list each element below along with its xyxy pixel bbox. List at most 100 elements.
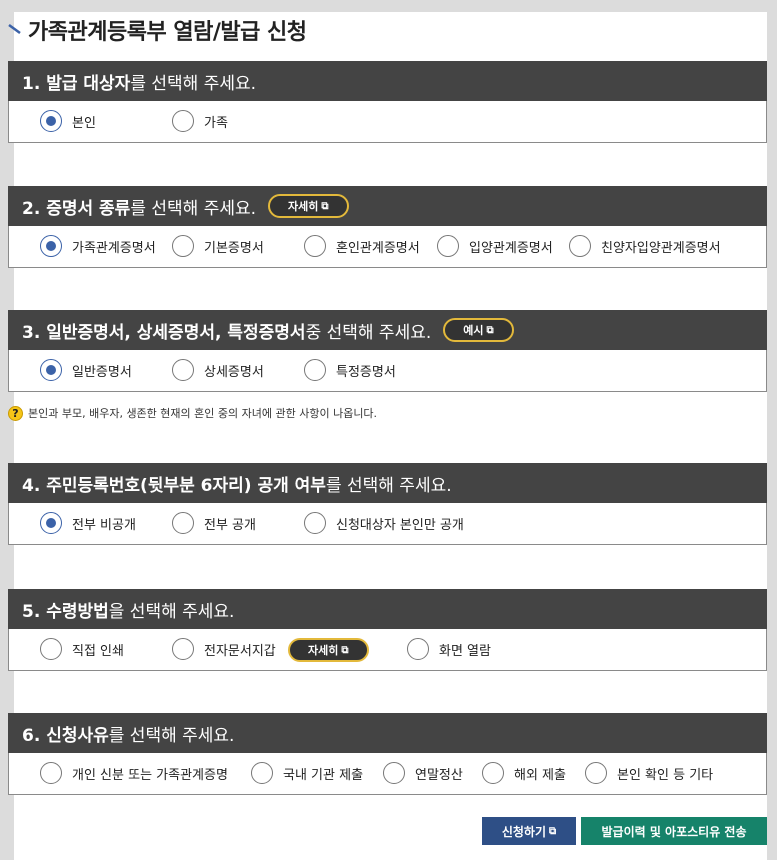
radio-button[interactable] bbox=[304, 359, 326, 381]
radio-label: 신청대상자 본인만 공개 bbox=[336, 517, 464, 533]
radio-button[interactable] bbox=[40, 638, 62, 660]
section-header-bold: 2. 증명서 종류 bbox=[22, 198, 131, 219]
radio-domestic-submit[interactable]: 국내 기관 제출 bbox=[251, 762, 363, 784]
section-header-rest: 를 선택해 주세요. bbox=[130, 198, 257, 219]
radio-label: 해외 제출 bbox=[514, 767, 566, 783]
radio-label: 본인 확인 등 기타 bbox=[617, 767, 714, 783]
radio-label: 친양자입양관계증명서 bbox=[601, 240, 721, 256]
radio-detailed-cert[interactable]: 상세증명서 bbox=[172, 359, 264, 381]
radio-button[interactable] bbox=[585, 762, 607, 784]
section-header-bold: 4. 주민등록번호(뒷부분 6자리) 공개 여부 bbox=[22, 475, 326, 496]
radio-button[interactable] bbox=[172, 110, 194, 132]
radio-label: 본인 bbox=[72, 115, 96, 131]
section-cert-detail-level: 3. 일반증명서, 상세증명서, 특정증명서 중 선택해 주세요. 예시 ⧉ 일반… bbox=[8, 310, 767, 392]
section-header-rest: 를 선택해 주세요. bbox=[130, 73, 257, 94]
radio-button[interactable] bbox=[172, 638, 194, 660]
radio-self[interactable]: 본인 bbox=[40, 110, 96, 132]
radio-full-adoption-cert[interactable]: 친양자입양관계증명서 bbox=[569, 235, 721, 257]
section-header: 2. 증명서 종류 를 선택해 주세요. 자세히 ⧉ bbox=[8, 186, 767, 226]
radio-button[interactable] bbox=[383, 762, 405, 784]
issue-history-button[interactable]: 발급이력 및 아포스티유 전송 bbox=[581, 817, 767, 845]
example-button[interactable]: 예시 ⧉ bbox=[443, 318, 514, 342]
radio-button[interactable] bbox=[482, 762, 504, 784]
section-options: 가족관계증명서 기본증명서 혼인관계증명서 입양관계증명서 친양자입양관계증명서 bbox=[8, 226, 767, 268]
radio-button[interactable] bbox=[569, 235, 591, 257]
details-button[interactable]: 자세히 ⧉ bbox=[268, 194, 349, 218]
section-options: 일반증명서 상세증명서 특정증명서 bbox=[8, 350, 767, 392]
radio-basic-cert[interactable]: 기본증명서 bbox=[172, 235, 264, 257]
details-label: 자세히 bbox=[308, 644, 339, 657]
radio-button[interactable] bbox=[172, 359, 194, 381]
page-title: 가족관계등록부 열람/발급 신청 bbox=[28, 20, 307, 45]
radio-label: 혼인관계증명서 bbox=[336, 240, 420, 256]
issue-history-label: 발급이력 및 아포스티유 전송 bbox=[601, 824, 747, 839]
details-label: 자세히 bbox=[288, 200, 319, 213]
radio-button[interactable] bbox=[251, 762, 273, 784]
section-options: 개인 신분 또는 가족관계증명 국내 기관 제출 연말정산 해외 제출 본인 확… bbox=[8, 753, 767, 795]
radio-button[interactable] bbox=[40, 762, 62, 784]
section-options: 직접 인쇄 전자문서지갑 자세히 ⧉ 화면 열람 bbox=[8, 629, 767, 671]
section-header: 1. 발급 대상자 를 선택해 주세요. bbox=[8, 61, 767, 101]
radio-label: 전부 비공개 bbox=[72, 517, 136, 533]
section-header-bold: 5. 수령방법 bbox=[22, 601, 109, 622]
radio-family-relation-cert[interactable]: 가족관계증명서 bbox=[40, 235, 156, 257]
radio-label: 화면 열람 bbox=[439, 643, 491, 659]
radio-button[interactable] bbox=[304, 235, 326, 257]
section-header: 5. 수령방법 을 선택해 주세요. bbox=[8, 589, 767, 629]
section-header: 3. 일반증명서, 상세증명서, 특정증명서 중 선택해 주세요. 예시 ⧉ bbox=[8, 310, 767, 350]
radio-label: 기본증명서 bbox=[204, 240, 264, 256]
radio-family[interactable]: 가족 bbox=[172, 110, 228, 132]
section-header: 4. 주민등록번호(뒷부분 6자리) 공개 여부 를 선택해 주세요. bbox=[8, 463, 767, 503]
section-issue-target: 1. 발급 대상자 를 선택해 주세요. 본인 가족 bbox=[8, 61, 767, 143]
radio-button[interactable] bbox=[304, 512, 326, 534]
radio-button[interactable] bbox=[172, 235, 194, 257]
apply-button-label: 신청하기 bbox=[501, 824, 547, 839]
radio-button[interactable] bbox=[172, 512, 194, 534]
radio-label: 직접 인쇄 bbox=[72, 643, 124, 659]
section-certificate-type: 2. 증명서 종류 를 선택해 주세요. 자세히 ⧉ 가족관계증명서 기본증명서 … bbox=[8, 186, 767, 268]
section-header-rest: 을 선택해 주세요. bbox=[108, 601, 235, 622]
section-options: 전부 비공개 전부 공개 신청대상자 본인만 공개 bbox=[8, 503, 767, 545]
section-header-rest: 를 선택해 주세요. bbox=[108, 725, 235, 746]
apply-button[interactable]: 신청하기 ⧉ bbox=[482, 817, 576, 845]
radio-button[interactable] bbox=[40, 235, 62, 257]
section-options: 본인 가족 bbox=[8, 101, 767, 143]
radio-button[interactable] bbox=[407, 638, 429, 660]
radio-overseas-submit[interactable]: 해외 제출 bbox=[482, 762, 566, 784]
question-icon: ? bbox=[8, 405, 23, 421]
section-header-bold: 1. 발급 대상자 bbox=[22, 73, 131, 94]
section-rrn-disclosure: 4. 주민등록번호(뒷부분 6자리) 공개 여부 를 선택해 주세요. 전부 비… bbox=[8, 463, 767, 545]
section-header-bold: 3. 일반증명서, 상세증명서, 특정증명서 bbox=[22, 322, 306, 343]
radio-self-only-public[interactable]: 신청대상자 본인만 공개 bbox=[304, 512, 464, 534]
radio-e-wallet[interactable]: 전자문서지갑 bbox=[172, 638, 276, 660]
section-header-rest: 중 선택해 주세요. bbox=[305, 322, 432, 343]
radio-label: 가족관계증명서 bbox=[72, 240, 156, 256]
radio-screen-view[interactable]: 화면 열람 bbox=[407, 638, 491, 660]
help-note: ? 본인과 부모, 배우자, 생존한 현재의 혼인 중의 자녀에 관한 사항이 … bbox=[8, 405, 377, 421]
radio-label: 상세증명서 bbox=[204, 364, 264, 380]
radio-identity-proof[interactable]: 개인 신분 또는 가족관계증명 bbox=[40, 762, 228, 784]
radio-marriage-cert[interactable]: 혼인관계증명서 bbox=[304, 235, 420, 257]
example-label: 예시 bbox=[463, 324, 484, 337]
radio-label: 가족 bbox=[204, 115, 228, 131]
radio-button[interactable] bbox=[437, 235, 459, 257]
radio-button[interactable] bbox=[40, 359, 62, 381]
title-accent-icon bbox=[8, 23, 21, 35]
radio-other-reason[interactable]: 본인 확인 등 기타 bbox=[585, 762, 713, 784]
radio-label: 전자문서지갑 bbox=[204, 643, 276, 659]
radio-general-cert[interactable]: 일반증명서 bbox=[40, 359, 132, 381]
radio-adoption-cert[interactable]: 입양관계증명서 bbox=[437, 235, 553, 257]
e-wallet-details-button[interactable]: 자세히 ⧉ bbox=[288, 638, 369, 662]
radio-button[interactable] bbox=[40, 110, 62, 132]
radio-label: 개인 신분 또는 가족관계증명 bbox=[72, 767, 228, 783]
radio-all-public[interactable]: 전부 공개 bbox=[172, 512, 256, 534]
radio-button[interactable] bbox=[40, 512, 62, 534]
section-receipt-method: 5. 수령방법 을 선택해 주세요. 직접 인쇄 전자문서지갑 자세히 ⧉ 화면 … bbox=[8, 589, 767, 671]
help-note-text: 본인과 부모, 배우자, 생존한 현재의 혼인 중의 자녀에 관한 사항이 나옵… bbox=[28, 407, 378, 420]
radio-direct-print[interactable]: 직접 인쇄 bbox=[40, 638, 124, 660]
radio-specific-cert[interactable]: 특정증명서 bbox=[304, 359, 396, 381]
radio-label: 입양관계증명서 bbox=[469, 240, 553, 256]
radio-year-end-tax[interactable]: 연말정산 bbox=[383, 762, 463, 784]
radio-label: 전부 공개 bbox=[204, 517, 256, 533]
radio-all-private[interactable]: 전부 비공개 bbox=[40, 512, 136, 534]
